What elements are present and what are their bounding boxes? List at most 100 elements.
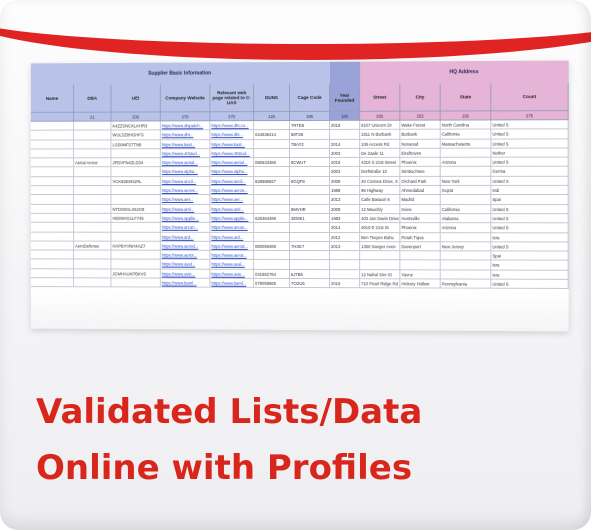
table-cell: [290, 260, 330, 269]
table-cell: [74, 122, 111, 131]
table-cell: WULSZ8HGHFS: [111, 131, 160, 140]
table-cell: 2014: [330, 139, 360, 148]
table-cell: 2008: [330, 205, 360, 214]
table-cell[interactable]: https://www.aerot...: [210, 251, 254, 260]
table-cell: Pennsylvania: [441, 280, 492, 290]
table-cell: [74, 149, 111, 158]
table-cell[interactable]: https://www.avie...: [161, 269, 211, 278]
column-header: State: [441, 83, 492, 111]
table-cell[interactable]: https://www.ancil...: [161, 177, 211, 186]
table-cell: Germa: [491, 167, 568, 176]
table-cell: 8MVHR: [290, 205, 330, 214]
table-cell[interactable]: https://www.aml...: [210, 205, 254, 214]
table-cell: JPDVFN4ZLD34: [111, 158, 160, 167]
table-cell: 1983: [330, 214, 360, 223]
table-cell: Norwood: [400, 139, 440, 148]
table-cell: [31, 278, 74, 287]
table-cell[interactable]: https://www.applie...: [210, 214, 254, 223]
table-cell[interactable]: https://www.aval...: [210, 260, 254, 269]
table-cell: [290, 251, 330, 260]
table-cell[interactable]: https://www.aer...: [161, 195, 211, 204]
table-cell[interactable]: https://www.aeros...: [161, 186, 211, 195]
table-cell[interactable]: https://www.dht...: [161, 131, 211, 140]
table-cell[interactable]: https://www.alpha...: [161, 168, 211, 177]
table-cell: [290, 186, 330, 195]
table-cell: [111, 223, 160, 232]
table-cell[interactable]: https://www.baml...: [210, 279, 254, 288]
table-cell[interactable]: https://www.aeros...: [210, 186, 254, 195]
table-cell[interactable]: https://www.aer...: [210, 195, 254, 204]
table-cell: 2003: [330, 149, 360, 158]
table-cell[interactable]: https://www.dht...: [210, 130, 254, 139]
sheet-fade-overlay: [31, 289, 569, 331]
table-cell: 2013: [330, 195, 360, 204]
table-cell: [74, 168, 111, 177]
table-cell: 1911 N Burbank: [360, 130, 400, 139]
table-cell: H6SNHG1LF745: [111, 214, 160, 223]
table-cell[interactable]: https://www.aval...: [161, 260, 211, 269]
table-cell: [74, 195, 111, 204]
table-cell: Yavne: [400, 270, 440, 279]
table-cell[interactable]: https://www.avie...: [210, 270, 254, 279]
table-cell[interactable]: https://www.dht.co...: [210, 121, 254, 130]
table-cell: United S: [491, 214, 568, 223]
table-cell[interactable]: https://www.ard...: [161, 232, 211, 241]
table-cell[interactable]: https://www.dispatch...: [161, 121, 211, 130]
table-cell: [254, 149, 290, 158]
table-cell[interactable]: https://www.kast...: [161, 140, 211, 149]
table-cell: Ahmedabad: [400, 186, 440, 195]
column-number: 160: [330, 112, 360, 121]
table-cell[interactable]: https://www.ancil...: [210, 177, 254, 186]
table-cell[interactable]: https://www.ard...: [210, 232, 254, 241]
table-cell: LSS9MFS7TN8: [111, 140, 160, 149]
table-cell: [330, 270, 360, 279]
table-cell[interactable]: https://www.alpha...: [210, 168, 254, 177]
table-cell[interactable]: https://www.aml...: [161, 205, 211, 214]
table-cell: 2003: [330, 167, 360, 176]
table-cell: Hickory Hollow: [400, 279, 440, 288]
table-cell[interactable]: https://www.applie...: [161, 214, 211, 223]
column-header: Company Website: [161, 84, 211, 112]
table-cell[interactable]: https://www.aerial...: [161, 158, 211, 167]
table-cell: Indi: [491, 186, 568, 195]
table-cell[interactable]: https://www.arcan...: [210, 223, 254, 232]
column-header: City: [400, 83, 440, 111]
table-cell: [31, 205, 74, 214]
table-cell[interactable]: https://www.aerod...: [210, 242, 254, 251]
table-cell[interactable]: https://www.aerot...: [161, 251, 211, 260]
table-cell[interactable]: https://www.baml...: [161, 279, 211, 288]
data-rows: K4ZZSNCKLKHR3 https://www.dispatch... http…: [31, 120, 569, 289]
table-cell: [360, 251, 400, 260]
table-cell[interactable]: https://www.kast...: [210, 140, 254, 149]
table-cell: [254, 223, 290, 232]
table-cell[interactable]: https://www.aerial...: [210, 158, 254, 167]
table-cell[interactable]: https://www.aerod...: [161, 242, 211, 251]
table-cell: [330, 261, 360, 270]
table-cell[interactable]: https://www.40stud...: [161, 149, 211, 158]
table-cell: [254, 260, 290, 269]
promo-card[interactable]: Supplier Basic Information HQ Address Na…: [0, 0, 591, 530]
table-cell: [74, 214, 111, 223]
table-cell: [360, 261, 400, 270]
table-cell[interactable]: https://www.arcan...: [161, 223, 211, 232]
table-cell: Spai: [491, 252, 568, 262]
table-row: https://www.aer... https://www.aer... 2013…: [31, 195, 569, 204]
table-cell: [441, 270, 492, 280]
table-cell: 7BAY2: [290, 140, 330, 149]
table-cell: 080059489: [254, 242, 290, 251]
column-number: 209: [111, 112, 160, 121]
table-cell: 2008: [330, 177, 360, 186]
table-cell: NTDS6GL4S2G9: [111, 205, 160, 214]
table-cell: United S: [491, 242, 568, 252]
table-cell: 40 Corinna Drive, S: [360, 177, 400, 186]
table-cell: [74, 177, 111, 186]
table-cell: [74, 186, 111, 195]
table-cell: [290, 149, 330, 158]
table-cell: Simbuchsee: [400, 167, 440, 176]
table-cell: United S: [491, 177, 568, 186]
table-cell: United S: [491, 139, 568, 149]
table-cell: 2013: [330, 242, 360, 251]
caption-line-2: Online with Profiles: [36, 448, 412, 488]
table-cell[interactable]: https://www.40stud...: [210, 149, 254, 158]
table-cell: 7HXE7: [290, 242, 330, 251]
